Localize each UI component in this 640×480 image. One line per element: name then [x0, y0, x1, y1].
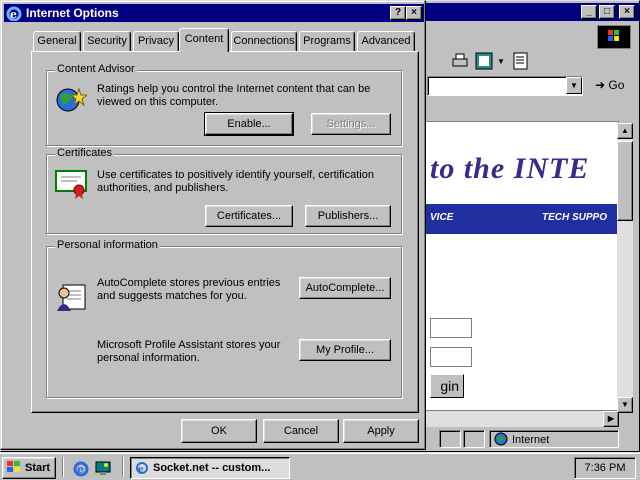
maximize-button[interactable]: □: [599, 5, 615, 19]
svg-text:e: e: [10, 8, 17, 21]
certificates-legend: Certificates: [55, 147, 115, 159]
help-button[interactable]: ?: [390, 6, 406, 20]
start-button[interactable]: Start: [2, 457, 56, 479]
autocomplete-button[interactable]: AutoComplete...: [299, 277, 391, 299]
ie-task-icon: e: [135, 460, 149, 477]
print-icon[interactable]: [451, 53, 469, 72]
profile-card-icon: [55, 281, 89, 316]
enable-button[interactable]: Enable...: [204, 112, 294, 136]
scroll-up-icon[interactable]: ▲: [617, 123, 633, 139]
scroll-right-icon[interactable]: ▶: [603, 411, 619, 427]
tab-general[interactable]: General: [33, 31, 81, 51]
apply-button[interactable]: Apply: [343, 419, 419, 443]
settings-button[interactable]: Settings...: [311, 113, 391, 135]
globe-icon: [494, 432, 508, 449]
certificate-icon: [55, 169, 89, 202]
tab-privacy[interactable]: Privacy: [133, 31, 179, 51]
content-tab-panel: Content Advisor Ratings help you control…: [31, 51, 419, 413]
edit-icon[interactable]: [475, 52, 493, 73]
windows-flag-icon: [6, 460, 22, 477]
content-advisor-group: Content Advisor Ratings help you control…: [46, 63, 402, 146]
web-password-field[interactable]: [430, 347, 472, 367]
svg-text:e: e: [138, 465, 144, 474]
web-banner: to the INTE: [430, 152, 590, 185]
tab-advanced[interactable]: Advanced: [357, 31, 415, 51]
web-nav-service[interactable]: VICE: [430, 212, 453, 223]
ie-quicklaunch-icon[interactable]: e: [72, 459, 90, 480]
tab-programs[interactable]: Programs: [299, 31, 355, 51]
autocomplete-description: AutoComplete stores previous entries and…: [97, 277, 281, 302]
windows-logo-icon: [597, 25, 631, 49]
dialog-title: Internet Options: [26, 6, 119, 20]
certificates-button[interactable]: Certificates...: [205, 205, 293, 227]
minimize-button[interactable]: _: [581, 5, 597, 19]
scroll-down-icon[interactable]: ▼: [617, 397, 633, 413]
content-advisor-description: Ratings help you control the Internet co…: [97, 83, 371, 108]
publishers-button[interactable]: Publishers...: [305, 205, 391, 227]
certificates-group: Certificates Use certificates to positiv…: [46, 147, 402, 234]
status-zone: Internet: [512, 434, 550, 446]
close-button[interactable]: ×: [619, 5, 635, 19]
certificates-description: Use certificates to positively identify …: [97, 169, 374, 194]
internet-options-dialog: e Internet Options ? × General Security …: [0, 0, 426, 450]
scroll-thumb[interactable]: [617, 141, 633, 221]
taskbar-task-browser[interactable]: e Socket.net -- custom...: [130, 457, 290, 479]
address-dropdown-icon[interactable]: ▼: [566, 77, 582, 94]
dialog-title-bar: e Internet Options ? ×: [4, 4, 424, 22]
address-input[interactable]: ▼: [427, 76, 583, 96]
web-username-field[interactable]: [430, 318, 472, 338]
ratings-globe-icon: [55, 85, 89, 116]
personal-information-group: Personal information AutoComplete stores…: [46, 239, 402, 398]
ie-icon: e: [6, 5, 22, 24]
tab-connections[interactable]: Connections: [231, 31, 297, 51]
my-profile-button[interactable]: My Profile...: [299, 339, 391, 361]
tab-security[interactable]: Security: [83, 31, 131, 51]
taskbar-clock: 7:36 PM: [574, 457, 636, 479]
vertical-scrollbar[interactable]: ▲ ▼: [617, 123, 633, 413]
cancel-button[interactable]: Cancel: [263, 419, 339, 443]
web-nav-tech-support[interactable]: TECH SUPPO: [542, 212, 607, 223]
dialog-close-button[interactable]: ×: [406, 6, 422, 20]
taskbar: Start e e Socket.net -- custom... 7:36 P…: [0, 452, 640, 480]
ok-button[interactable]: OK: [181, 419, 257, 443]
content-advisor-legend: Content Advisor: [55, 63, 137, 75]
tab-content[interactable]: Content: [179, 28, 229, 52]
go-arrow-icon: ➜: [595, 78, 606, 92]
profile-description: Microsoft Profile Assistant stores your …: [97, 339, 281, 364]
web-login-button[interactable]: gin: [430, 374, 464, 398]
dropdown-arrow-icon[interactable]: ▼: [497, 57, 505, 66]
notes-icon[interactable]: [513, 52, 529, 73]
desktop-quicklaunch-icon[interactable]: [94, 459, 112, 480]
go-button[interactable]: ➜ Go: [595, 78, 624, 92]
personal-information-legend: Personal information: [55, 239, 160, 251]
svg-text:e: e: [77, 463, 84, 476]
